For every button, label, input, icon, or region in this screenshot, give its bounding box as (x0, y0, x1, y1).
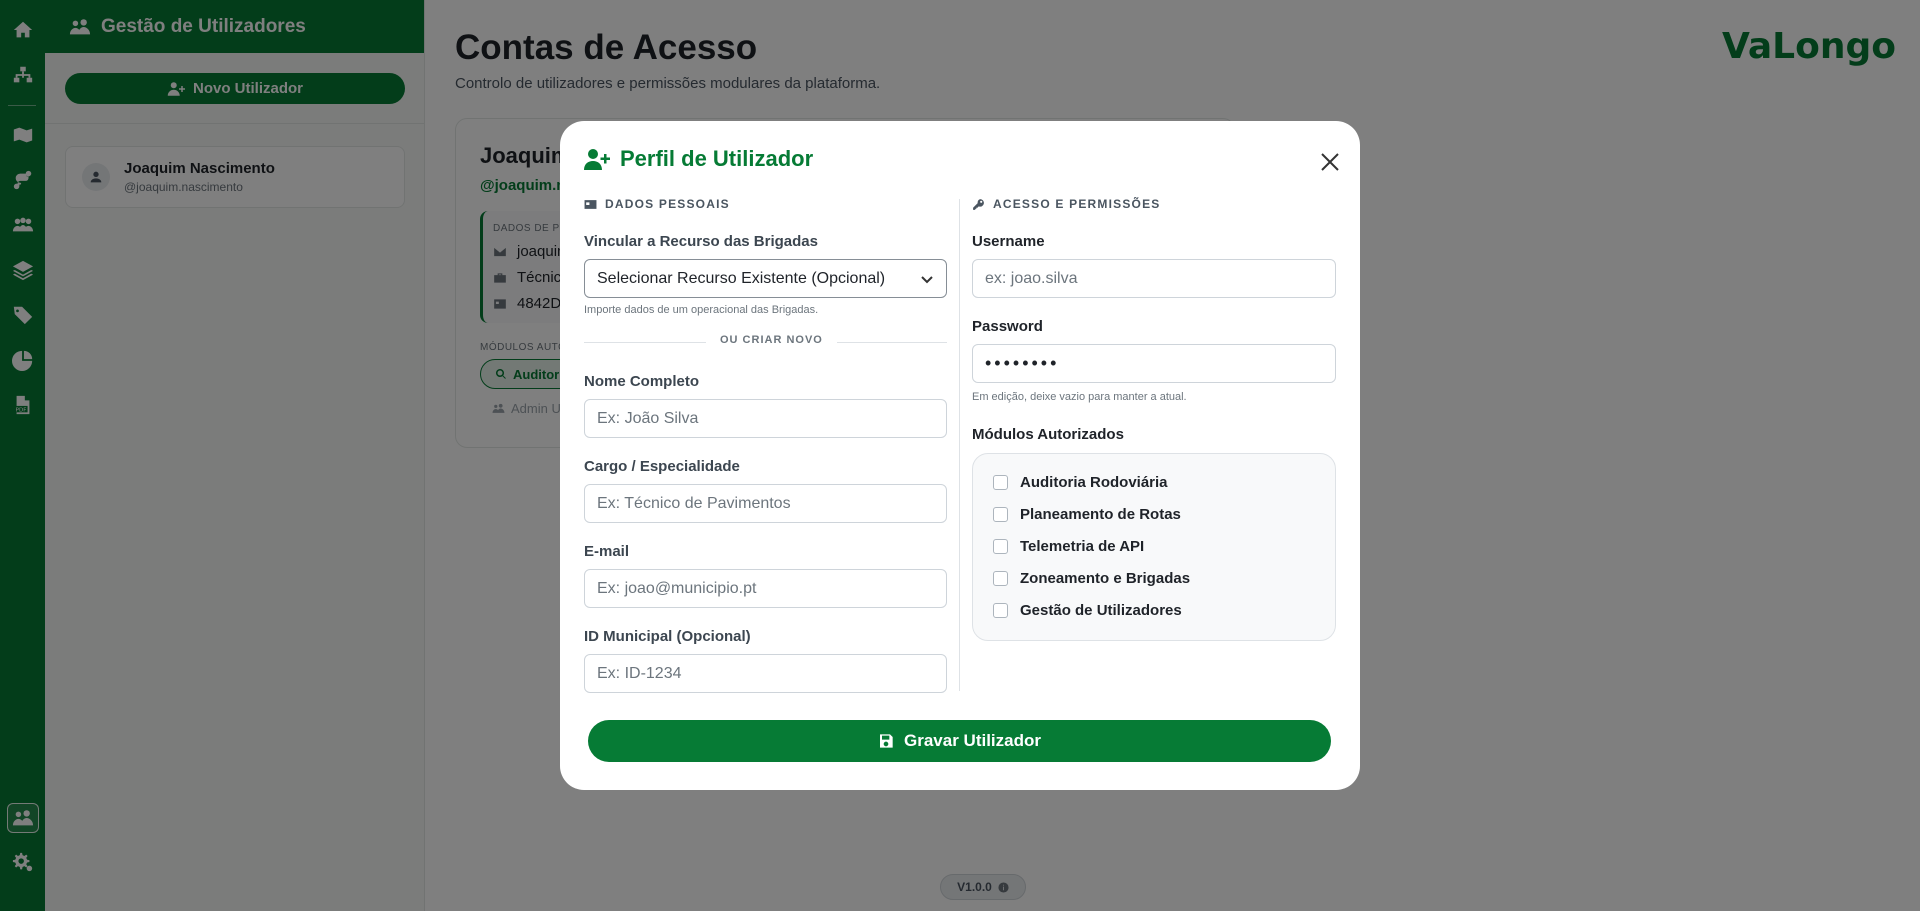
user-plus-icon (584, 149, 610, 170)
module-label: Auditoria Rodoviária (1020, 474, 1168, 491)
chevron-down-icon (921, 275, 933, 283)
access-section-header: ACESSO E PERMISSÕES (972, 197, 1161, 211)
or-create-label: OU CRIAR NOVO (706, 334, 837, 346)
personal-data-section-header: DADOS PESSOAIS (584, 197, 730, 211)
modules-label: Módulos Autorizados (972, 426, 1124, 443)
module-label: Gestão de Utilizadores (1020, 602, 1182, 619)
user-profile-modal: Perfil de Utilizador DADOS PESSOAIS Vinc… (560, 121, 1360, 790)
link-resource-label: Vincular a Recurso das Brigadas (584, 233, 818, 250)
link-resource-hint: Importe dados de um operacional das Brig… (584, 304, 819, 316)
module-checkbox-auditoria[interactable]: Auditoria Rodoviária (993, 474, 1168, 491)
module-checkbox-zoneamento[interactable]: Zoneamento e Brigadas (993, 570, 1190, 587)
full-name-input[interactable] (584, 399, 947, 438)
modules-box: Auditoria Rodoviária Planeamento de Rota… (972, 453, 1336, 641)
password-input[interactable]: •••••••• (972, 344, 1336, 383)
municipal-id-label: ID Municipal (Opcional) (584, 628, 751, 645)
save-label: Gravar Utilizador (904, 731, 1041, 750)
save-icon (880, 734, 893, 748)
checkbox[interactable] (993, 539, 1008, 554)
select-value: Selecionar Recurso Existente (Opcional) (597, 269, 886, 287)
module-label: Planeamento de Rotas (1020, 506, 1181, 523)
section-title: DADOS PESSOAIS (605, 197, 730, 211)
email-input[interactable] (584, 569, 947, 608)
link-resource-select[interactable]: Selecionar Recurso Existente (Opcional) (584, 259, 947, 298)
close-icon (1321, 153, 1339, 171)
save-user-button[interactable]: Gravar Utilizador (588, 720, 1331, 762)
email-label: E-mail (584, 543, 630, 560)
module-checkbox-gestao[interactable]: Gestão de Utilizadores (993, 602, 1182, 619)
module-label: Telemetria de API (1020, 538, 1145, 555)
module-checkbox-telemetria[interactable]: Telemetria de API (993, 538, 1144, 555)
full-name-label: Nome Completo (584, 373, 700, 390)
password-label: Password (972, 318, 1043, 335)
role-input[interactable] (584, 484, 947, 523)
municipal-id-input[interactable] (584, 654, 947, 693)
checkbox[interactable] (993, 603, 1008, 618)
checkbox[interactable] (993, 571, 1008, 586)
username-input[interactable] (972, 259, 1336, 298)
module-label: Zoneamento e Brigadas (1020, 570, 1191, 587)
column-divider (959, 199, 960, 691)
password-hint: Em edição, deixe vazio para manter a atu… (972, 391, 1187, 403)
key-icon (973, 198, 984, 210)
modal-title-text: Perfil de Utilizador (620, 146, 814, 171)
id-card-icon (584, 199, 597, 209)
section-title: ACESSO E PERMISSÕES (993, 197, 1161, 211)
checkbox[interactable] (993, 475, 1008, 490)
username-label: Username (972, 233, 1045, 250)
module-checkbox-planeamento[interactable]: Planeamento de Rotas (993, 506, 1181, 523)
modal-title: Perfil de Utilizador (584, 146, 813, 172)
role-label: Cargo / Especialidade (584, 458, 740, 475)
close-button[interactable] (1317, 149, 1343, 175)
checkbox[interactable] (993, 507, 1008, 522)
